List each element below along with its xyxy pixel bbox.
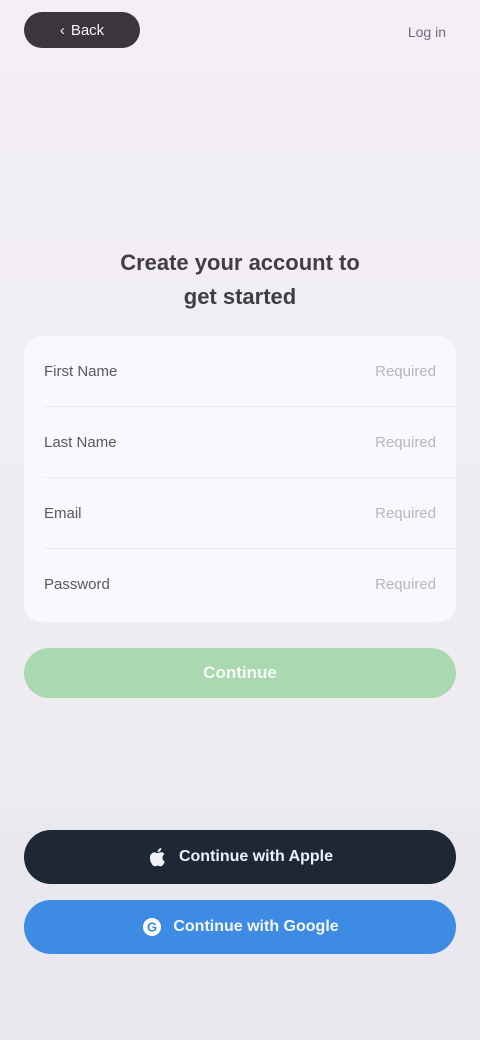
google-icon: G: [141, 916, 163, 938]
google-signin-label: Continue with Google: [173, 918, 339, 935]
password-row: Password: [24, 549, 456, 619]
email-label: Email: [44, 504, 82, 522]
page-title-line-1: Create your account to: [120, 250, 360, 275]
signup-screen: ‹ Back Log in Create your account to get…: [0, 0, 480, 1040]
login-link-label: Log in: [407, 24, 446, 40]
email-row: Email: [24, 478, 456, 548]
password-label: Password: [44, 575, 110, 593]
login-link[interactable]: Log in: [408, 22, 446, 42]
chevron-left-icon: ‹: [59, 21, 65, 39]
page-title: Create your account to get started: [60, 246, 420, 314]
signup-form: First Name Last Name Email Password: [24, 336, 456, 622]
page-title-line-2: get started: [183, 284, 297, 309]
continue-button[interactable]: Continue: [24, 648, 456, 698]
first-name-label: First Name: [44, 362, 118, 380]
svg-text:G: G: [147, 920, 157, 935]
last-name-field[interactable]: [154, 433, 436, 451]
back-button-label: Back: [70, 21, 105, 39]
top-bar: ‹ Back Log in: [0, 0, 480, 70]
apple-signin-button[interactable]: Continue with Apple: [24, 830, 456, 884]
continue-button-label: Continue: [203, 663, 277, 682]
back-button[interactable]: ‹ Back: [24, 12, 140, 48]
password-field[interactable]: [154, 575, 436, 593]
email-field[interactable]: [154, 504, 436, 522]
first-name-row: First Name: [24, 336, 456, 406]
apple-signin-label: Continue with Apple: [178, 848, 334, 865]
last-name-label: Last Name: [44, 433, 117, 451]
google-signin-button[interactable]: G Continue with Google: [24, 900, 456, 954]
first-name-field[interactable]: [154, 362, 436, 380]
apple-icon: [147, 846, 169, 868]
last-name-row: Last Name: [24, 407, 456, 477]
